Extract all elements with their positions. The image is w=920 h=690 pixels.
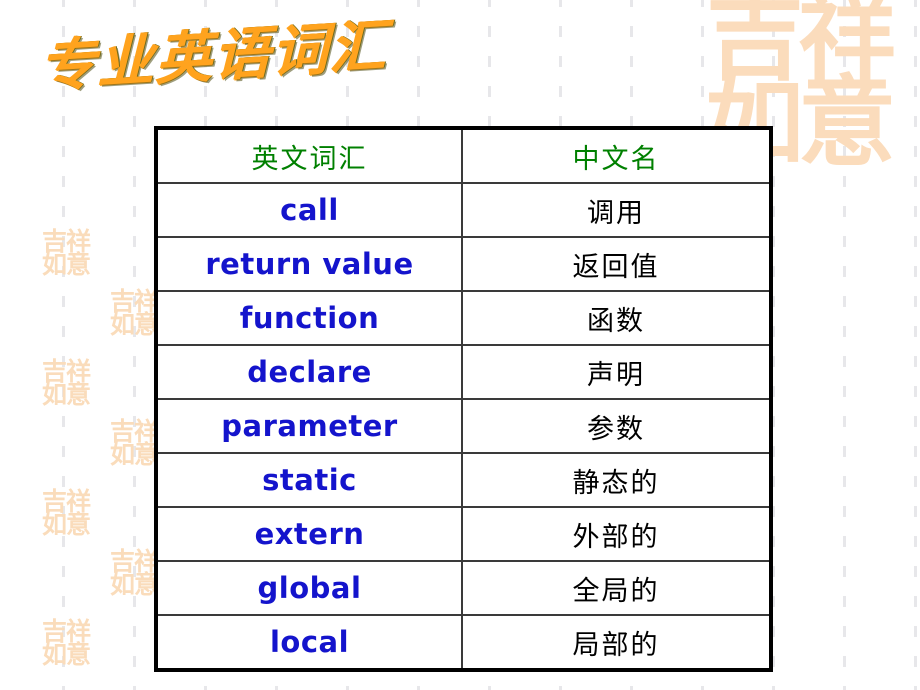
cell-chinese: 声明: [461, 344, 771, 400]
english-term: return value: [205, 247, 414, 281]
guide-line: [62, 0, 65, 690]
table-row: call 调用: [156, 182, 771, 238]
english-term: extern: [254, 517, 365, 551]
english-term: function: [239, 301, 380, 335]
table-row: static 静态的: [156, 452, 771, 508]
table-body: call 调用 return value 返回值 function 函数 declare 声明…: [156, 182, 771, 670]
decorative-seal-stamp: 吉祥 如意: [109, 287, 159, 339]
decorative-seal-stamp: 吉祥 如意: [109, 547, 159, 599]
cell-english: extern: [156, 506, 463, 562]
decorative-seal-stamp: 吉祥 如意: [109, 417, 159, 469]
cell-chinese: 函数: [461, 290, 771, 346]
table-row: local 局部的: [156, 614, 771, 670]
table-row: return value 返回值: [156, 236, 771, 292]
column-header-english-label: 英文词汇: [251, 143, 368, 175]
cell-english: parameter: [156, 398, 463, 454]
cell-chinese: 调用: [461, 182, 771, 238]
chinese-translation: 调用: [587, 197, 645, 229]
cell-chinese: 全局的: [461, 560, 771, 616]
english-term: call: [280, 193, 339, 227]
english-term: declare: [247, 355, 372, 389]
cell-english: return value: [156, 236, 463, 292]
cell-english: static: [156, 452, 463, 508]
chinese-translation: 局部的: [572, 629, 660, 661]
cell-english: call: [156, 182, 463, 238]
english-term: local: [269, 625, 350, 659]
decorative-seal-stamp: 吉祥 如意: [41, 487, 91, 539]
cell-english: local: [156, 614, 463, 670]
page-title: 专业英语词汇: [40, 13, 388, 100]
chinese-translation: 静态的: [572, 467, 660, 499]
cell-chinese: 静态的: [461, 452, 771, 508]
english-term: global: [257, 571, 362, 605]
cell-english: function: [156, 290, 463, 346]
cell-chinese: 返回值: [461, 236, 771, 292]
table-row: extern 外部的: [156, 506, 771, 562]
chinese-translation: 返回值: [572, 251, 660, 283]
table-row: declare 声明: [156, 344, 771, 400]
table-head: 英文词汇 中文名: [156, 128, 771, 184]
decorative-seal-stamp: 吉祥 如意: [41, 357, 91, 409]
table-header-row: 英文词汇 中文名: [156, 128, 771, 184]
cell-english: global: [156, 560, 463, 616]
chinese-translation: 参数: [587, 413, 645, 445]
chinese-translation: 外部的: [572, 521, 660, 553]
chinese-translation: 全局的: [572, 575, 660, 607]
presentation-slide: 吉祥 如意 吉祥 如意 吉祥 如意 吉祥 如意 吉祥 如意 吉祥 如意 吉祥 如意 吉祥 如意…: [0, 0, 920, 690]
cell-chinese: 参数: [461, 398, 771, 454]
column-header-chinese: 中文名: [461, 128, 771, 184]
cell-chinese: 局部的: [461, 614, 771, 670]
table-row: function 函数: [156, 290, 771, 346]
chinese-translation: 声明: [587, 359, 645, 391]
cell-english: declare: [156, 344, 463, 400]
cell-chinese: 外部的: [461, 506, 771, 562]
decorative-seal-stamp: 吉祥 如意: [41, 617, 91, 669]
vocabulary-table: 英文词汇 中文名 call 调用 return value 返回值 function 函数…: [154, 126, 773, 672]
english-term: static: [262, 463, 357, 497]
table-row: parameter 参数: [156, 398, 771, 454]
decorative-seal-stamp: 吉祥 如意: [41, 227, 91, 279]
chinese-translation: 函数: [587, 305, 645, 337]
column-header-chinese-label: 中文名: [572, 143, 660, 175]
column-header-english: 英文词汇: [156, 128, 463, 184]
english-term: parameter: [221, 409, 398, 443]
table-row: global 全局的: [156, 560, 771, 616]
